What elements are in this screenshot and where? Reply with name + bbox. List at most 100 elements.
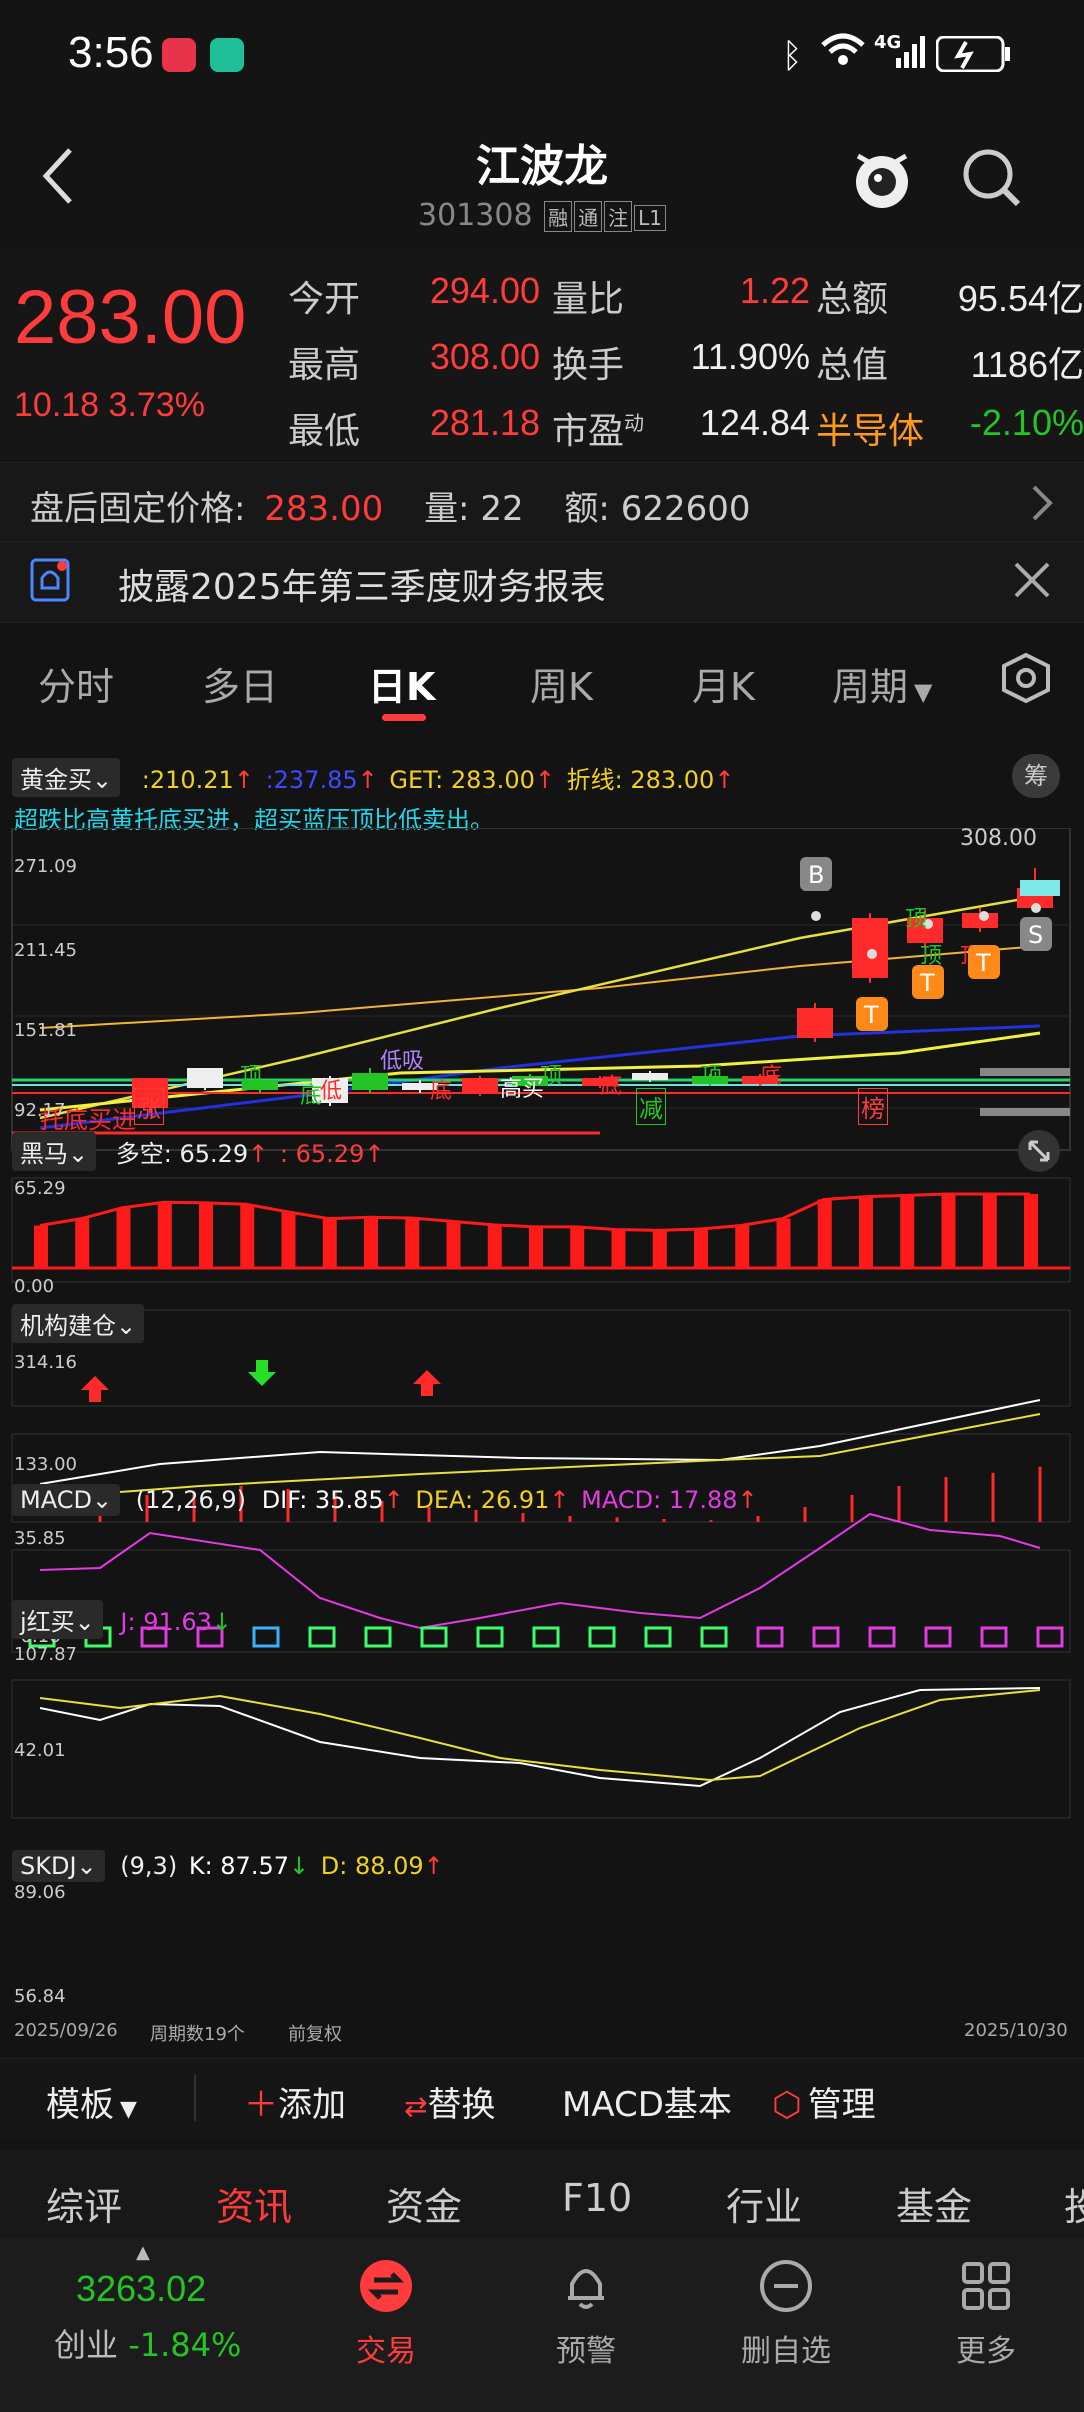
- index-value[interactable]: 3263.02: [76, 2268, 206, 2310]
- j-box: [532, 1626, 560, 1648]
- jigou-arrow: [248, 1360, 276, 1386]
- heima-bar: [364, 1217, 378, 1268]
- heima-bar: [652, 1230, 667, 1268]
- quote-value: 1186亿: [970, 344, 1084, 385]
- subtab-fund[interactable]: 基金: [896, 2176, 972, 2231]
- quote-value: -2.10%: [969, 402, 1084, 443]
- signal-label: 顶: [905, 907, 927, 932]
- subtab-review[interactable]: 综评: [46, 2176, 122, 2231]
- heima-bar: [199, 1202, 213, 1268]
- mascot-icon[interactable]: [852, 144, 912, 216]
- main-indicator-name: 黄金买: [20, 766, 92, 794]
- heima-bar: [240, 1204, 255, 1268]
- signal-label: 低吸: [380, 1049, 424, 1074]
- j-box: [308, 1626, 336, 1648]
- up-arrow: ↑: [357, 766, 378, 794]
- t-badge-text: T: [975, 949, 991, 977]
- heima-bar: [405, 1217, 420, 1268]
- notice-bar[interactable]: 披露2025年第三季度财务报表: [0, 542, 1084, 623]
- subtab-more[interactable]: 投: [1064, 2176, 1084, 2231]
- replace-button[interactable]: ⇄替换: [404, 2077, 495, 2126]
- main-indicator-legend: 黄金买⌄ :210.21↑ :237.85↑ GET: 283.00↑ 折线: …: [12, 758, 734, 797]
- jhongmai-j: J: 91.63: [120, 1608, 212, 1636]
- trade-icon: [360, 2260, 412, 2312]
- after-hours-row[interactable]: 盘后固定价格: 283.00 量: 22 额: 622600: [0, 462, 1084, 542]
- kline-chart-area: 黄金买⌄ :210.21↑ :237.85↑ GET: 283.00↑ 折线: …: [0, 748, 1084, 2048]
- add-button[interactable]: ＋添加: [244, 2077, 346, 2126]
- caret-down-icon: ▼: [914, 678, 933, 706]
- search-icon[interactable]: [960, 146, 1024, 214]
- heima-bar: [570, 1226, 585, 1268]
- tab-period[interactable]: 周期 ▼: [832, 656, 932, 711]
- jigou-dropdown[interactable]: 机构建仓⌄: [12, 1304, 145, 1343]
- manage-button[interactable]: ⬡ 管理: [772, 2077, 876, 2126]
- macd-dropdown[interactable]: MACD⌄: [12, 1484, 121, 1516]
- subtab-funds[interactable]: 资金: [386, 2176, 462, 2231]
- tab-intraday[interactable]: 分时: [38, 656, 114, 711]
- heima-bar: [1024, 1194, 1038, 1268]
- nav-trade-label: 交易: [356, 2334, 416, 2369]
- candle-body: [352, 1073, 388, 1090]
- heima-bar: [281, 1211, 296, 1268]
- j-box: [252, 1626, 280, 1648]
- chart-period-tabs: 分时 多日 日K 周K 月K 周期 ▼: [0, 628, 1084, 728]
- tag-tong: 通: [574, 201, 603, 232]
- signal-dot: [979, 911, 989, 921]
- jigou-arrow: [81, 1376, 109, 1402]
- heima-bar: [900, 1195, 915, 1268]
- close-icon[interactable]: [1012, 560, 1052, 604]
- skdj-dropdown[interactable]: SKDJ⌄: [12, 1850, 105, 1882]
- chips-button[interactable]: 筹: [1012, 754, 1060, 798]
- down-arrow: ↓: [289, 1852, 310, 1880]
- quote-value: 124.84: [699, 402, 810, 443]
- shield-app-icon: [210, 38, 244, 72]
- heima-dropdown[interactable]: 黑马⌄: [12, 1132, 97, 1171]
- expand-icon[interactable]: [1018, 1130, 1060, 1172]
- main-indicator-dropdown[interactable]: 黄金买⌄: [12, 758, 121, 797]
- j-box: [756, 1626, 784, 1648]
- quote-label[interactable]: 半导体: [816, 402, 924, 454]
- gray-band: [980, 1068, 1070, 1076]
- skdj-top: 89.06: [14, 1882, 66, 1903]
- template-button[interactable]: 模板 ▼: [46, 2077, 137, 2126]
- settings-hexagon-icon[interactable]: [1000, 652, 1052, 708]
- nav-remove-watchlist[interactable]: 删自选: [706, 2258, 866, 2370]
- subtab-news[interactable]: 资讯: [216, 2176, 292, 2231]
- nav-more[interactable]: 更多: [906, 2258, 1066, 2370]
- index-name: 创业: [54, 2326, 119, 2364]
- macd-basic-button[interactable]: MACD基本: [562, 2077, 732, 2126]
- change-abs: 10.18: [14, 386, 100, 424]
- signal-label: 顶: [540, 1064, 562, 1089]
- j-box: [980, 1626, 1008, 1648]
- heima-bar: [529, 1226, 543, 1268]
- signal-label: 高买: [500, 1077, 544, 1102]
- bluetooth-icon: ᛒ: [782, 36, 803, 76]
- candle-body: [462, 1078, 498, 1093]
- main-indicator-get: GET: 283.00: [389, 766, 535, 794]
- signal-dot: [1031, 903, 1041, 913]
- quote-label: 量比: [552, 278, 625, 319]
- heima-top: 65.29: [14, 1178, 66, 1199]
- heima-bar: [694, 1228, 708, 1268]
- tab-multi-day[interactable]: 多日: [202, 656, 278, 711]
- tab-daily-k[interactable]: 日K: [368, 656, 435, 711]
- jhongmai-dropdown[interactable]: j红买⌄: [12, 1600, 103, 1639]
- subtab-industry[interactable]: 行业: [726, 2176, 802, 2231]
- divider: [194, 2075, 196, 2121]
- stock-code: 301308: [418, 198, 533, 233]
- tab-weekly-k[interactable]: 周K: [530, 656, 593, 711]
- jhongmai-top: 107.87: [14, 1644, 77, 1665]
- index-info[interactable]: 创业 -1.84%: [54, 2320, 241, 2366]
- nav-trade[interactable]: 交易: [306, 2258, 466, 2370]
- heima-line: [39, 1192, 1030, 1232]
- axis-label: 271.09: [14, 856, 77, 877]
- heima-bar: [941, 1194, 956, 1268]
- subtab-f10[interactable]: F10: [562, 2176, 632, 2220]
- tab-monthly-k[interactable]: 月K: [692, 656, 755, 711]
- heima-bar: [982, 1194, 997, 1268]
- up-arrow: ↑: [714, 766, 735, 794]
- skdj-name: SKDJ: [20, 1852, 77, 1880]
- nav-alert[interactable]: 预警: [506, 2258, 666, 2370]
- quote-label: 今开: [288, 278, 361, 319]
- heima-bar: [735, 1225, 750, 1268]
